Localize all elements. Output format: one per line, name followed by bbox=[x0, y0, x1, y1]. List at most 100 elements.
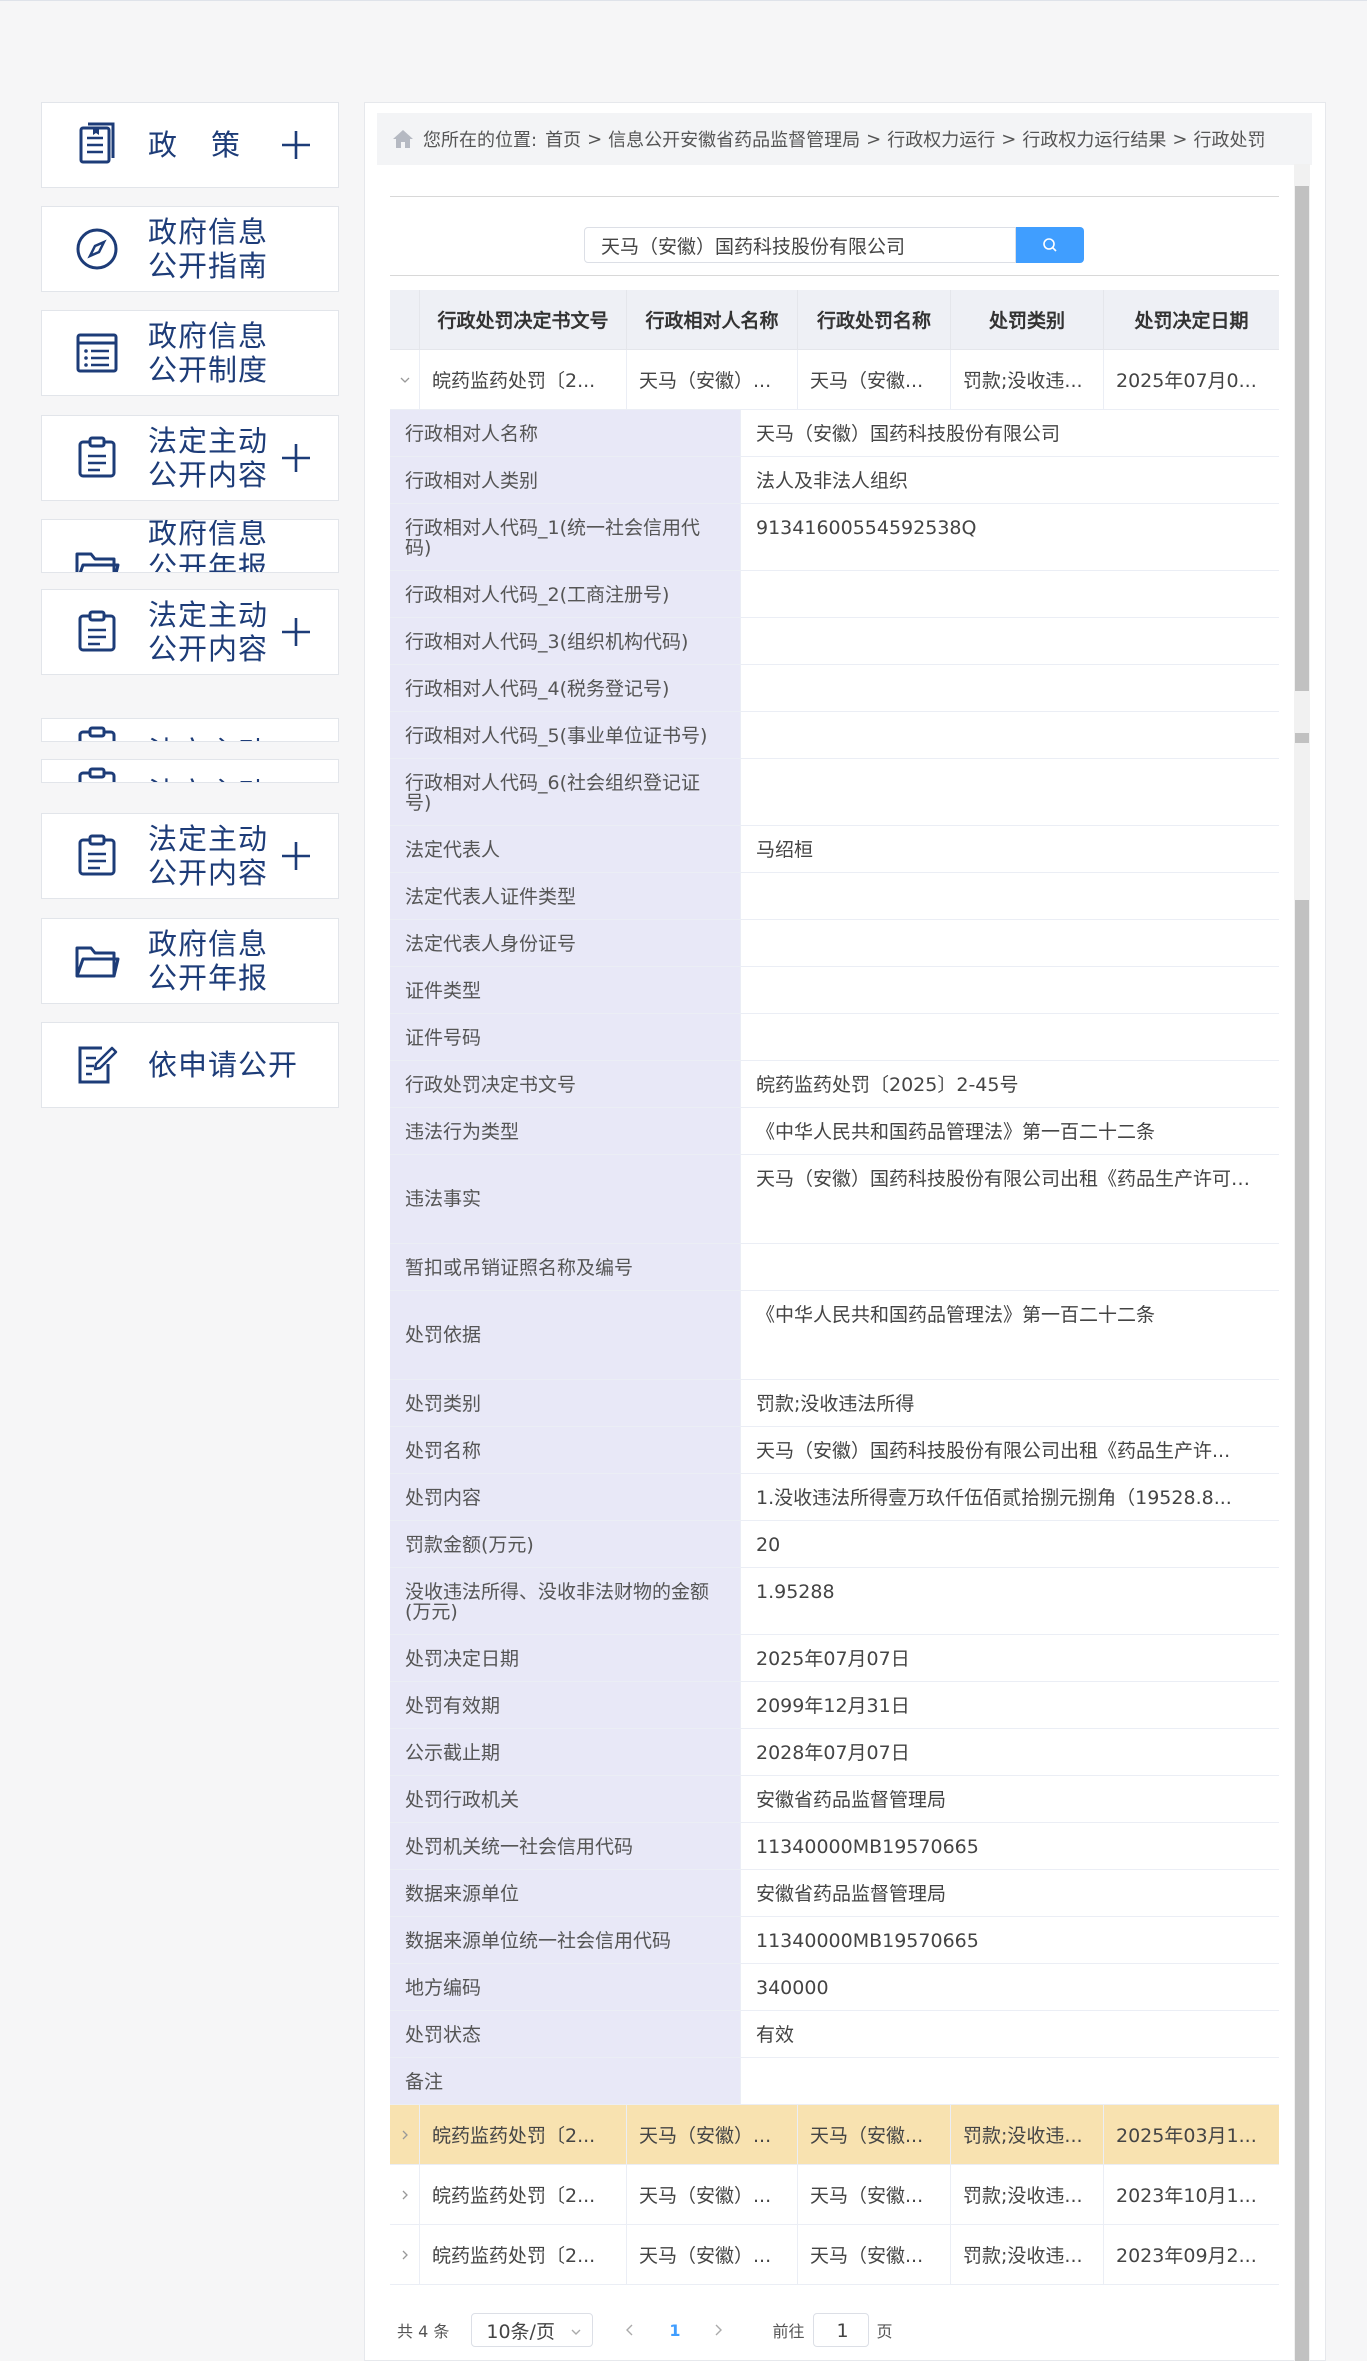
edit-form-icon bbox=[72, 1040, 122, 1090]
table-cell: 天马（安徽... bbox=[798, 2165, 951, 2224]
scrollbar-thumb[interactable] bbox=[1295, 900, 1309, 2361]
home-icon[interactable] bbox=[391, 127, 415, 151]
detail-key: 处罚内容 bbox=[390, 1474, 741, 1520]
list-document-icon bbox=[72, 328, 122, 378]
detail-value: 1.95288 bbox=[756, 1581, 835, 1603]
plus-icon[interactable] bbox=[280, 616, 312, 648]
sidebar-item[interactable]: 政府信息 公开制度 bbox=[41, 310, 339, 396]
detail-value: 皖药监药处罚〔2025〕2-45号 bbox=[756, 1074, 1019, 1096]
column-header[interactable]: 处罚决定日期 bbox=[1104, 290, 1279, 349]
cell-text: 天马（安徽）... bbox=[639, 2125, 772, 2147]
detail-row: 暂扣或吊销证照名称及编号 bbox=[390, 1244, 1279, 1291]
cell-text: 皖药监药处罚〔2... bbox=[432, 2125, 596, 2147]
cell-text: 天马（安徽）... bbox=[639, 2245, 772, 2267]
detail-row: 处罚行政机关 安徽省药品监督管理局 bbox=[390, 1776, 1279, 1823]
cell-text: 天马（安徽... bbox=[810, 2245, 924, 2267]
breadcrumb-item-results[interactable]: 行政权力运行结果 bbox=[1022, 126, 1166, 152]
sidebar-item-label: 法定主动 公开内容 bbox=[148, 424, 269, 492]
detail-value bbox=[741, 1244, 1279, 1290]
cell-text: 罚款;没收违... bbox=[963, 2245, 1083, 2267]
clipboard-icon bbox=[72, 607, 122, 657]
detail-row: 行政相对人代码_6(社会组织登记证号) bbox=[390, 759, 1279, 826]
row-detail-panel: 行政相对人名称 天马（安徽）国药科技股份有限公司 行政相对人类别 法人及非法人组织 行政… bbox=[390, 410, 1279, 2105]
search-button[interactable] bbox=[1016, 227, 1084, 263]
table-cell: 天马（安徽）... bbox=[627, 2105, 798, 2164]
sidebar-item[interactable]: 政府信息 公开指南 bbox=[41, 206, 339, 292]
detail-value: 《中华人民共和国药品管理法》第一百二十二条 bbox=[756, 1121, 1156, 1143]
page-size-select[interactable]: 10条/页 bbox=[471, 2313, 594, 2347]
next-page-button[interactable] bbox=[711, 2323, 725, 2337]
page-number-current[interactable]: 1 bbox=[669, 2321, 680, 2340]
search-field[interactable] bbox=[584, 227, 1016, 263]
detail-row: 行政相对人代码_4(税务登记号) bbox=[390, 665, 1279, 712]
chevron-right-icon bbox=[402, 2190, 408, 2199]
breadcrumb-item-penalty[interactable]: 行政处罚 bbox=[1193, 126, 1265, 152]
chevron-right-icon bbox=[402, 2250, 408, 2259]
detail-value: 1.没收违法所得壹万玖仟伍佰贰拾捌元捌角（19528.8... bbox=[756, 1487, 1232, 1509]
expand-toggle[interactable] bbox=[390, 2105, 420, 2164]
sidebar-item[interactable]: 政策 bbox=[41, 102, 339, 188]
prev-page-button[interactable] bbox=[623, 2323, 637, 2337]
table-row[interactable]: 皖药监药处罚〔2... 天马（安徽）... 天马（安徽... 罚款;没收违... 202… bbox=[390, 2165, 1279, 2225]
column-header[interactable]: 处罚类别 bbox=[951, 290, 1104, 349]
detail-row: 处罚名称 天马（安徽）国药科技股份有限公司出租《药品生产许... bbox=[390, 1427, 1279, 1474]
expand-toggle[interactable] bbox=[390, 2165, 420, 2224]
sidebar-item[interactable]: 依申请公开 bbox=[41, 1022, 339, 1108]
expand-toggle[interactable] bbox=[390, 350, 420, 409]
detail-key: 违法行为类型 bbox=[390, 1108, 741, 1154]
table-row[interactable]: 皖药监药处罚〔2... 天马（安徽）... 天马（安徽... 罚款;没收违... 202… bbox=[390, 2105, 1279, 2165]
table-body: 皖药监药处罚〔2... 天马（安徽）... 天马（安徽... 罚款;没收违... 202… bbox=[390, 350, 1279, 2285]
cell-text: 天马（安徽）... bbox=[639, 2185, 772, 2207]
plus-icon[interactable] bbox=[280, 840, 312, 872]
column-header[interactable]: 行政相对人名称 bbox=[627, 290, 798, 349]
sidebar-item-label: 政府信息 公开年报 bbox=[148, 927, 269, 995]
detail-value bbox=[741, 2058, 1279, 2104]
table-row[interactable]: 皖药监药处罚〔2... 天马（安徽）... 天马（安徽... 罚款;没收违... 202… bbox=[390, 350, 1279, 410]
detail-row: 数据来源单位 安徽省药品监督管理局 bbox=[390, 1870, 1279, 1917]
detail-row: 法定代表人身份证号 bbox=[390, 920, 1279, 967]
detail-value: 安徽省药品监督管理局 bbox=[756, 1789, 947, 1811]
plus-icon[interactable] bbox=[280, 442, 312, 474]
detail-value: 有效 bbox=[756, 2024, 795, 2046]
sidebar-item[interactable]: 政府信息 公开年报 bbox=[41, 519, 339, 573]
detail-value: 罚款;没收违法所得 bbox=[756, 1393, 915, 1415]
breadcrumb-item-power[interactable]: 行政权力运行 bbox=[887, 126, 995, 152]
detail-key: 法定代表人证件类型 bbox=[390, 873, 741, 919]
detail-value bbox=[741, 712, 1279, 758]
breadcrumb-separator: > bbox=[1001, 128, 1017, 150]
search-input[interactable] bbox=[585, 228, 1015, 262]
expand-toggle[interactable] bbox=[390, 2225, 420, 2284]
column-header[interactable]: 行政处罚决定书文号 bbox=[420, 290, 627, 349]
breadcrumb: 您所在的位置: 首页 > 信息公开安徽省药品监督管理局 > 行政权力运行 > 行… bbox=[377, 113, 1312, 165]
table-cell: 罚款;没收违... bbox=[951, 2105, 1104, 2164]
top-border bbox=[0, 0, 1367, 1]
divider bbox=[390, 196, 1279, 197]
detail-key: 行政相对人名称 bbox=[390, 410, 741, 456]
sidebar-item[interactable]: 法定主动 公开内容 bbox=[41, 589, 339, 675]
clipboard-icon bbox=[72, 764, 122, 782]
goto-page-input[interactable] bbox=[813, 2314, 872, 2348]
scrollbar-thumb[interactable] bbox=[1295, 733, 1309, 743]
table-row[interactable]: 皖药监药处罚〔2... 天马（安徽）... 天马（安徽... 罚款;没收违... 202… bbox=[390, 2225, 1279, 2285]
sidebar-item[interactable]: 法定主动 公开内容 bbox=[41, 813, 339, 899]
detail-key: 法定代表人 bbox=[390, 826, 741, 872]
plus-icon[interactable] bbox=[280, 129, 312, 161]
goto-page-field[interactable] bbox=[812, 2313, 872, 2348]
column-header[interactable]: 行政处罚名称 bbox=[798, 290, 951, 349]
breadcrumb-item-bureau[interactable]: 信息公开安徽省药品监督管理局 bbox=[608, 126, 860, 152]
total-count: 共 4 条 bbox=[397, 2322, 450, 2341]
detail-key: 行政相对人代码_4(税务登记号) bbox=[390, 665, 741, 711]
sidebar-item[interactable]: 法定主动 公开内容 bbox=[41, 415, 339, 501]
detail-value: 20 bbox=[756, 1534, 781, 1556]
detail-key: 证件号码 bbox=[390, 1014, 741, 1060]
scrollbar-thumb[interactable] bbox=[1295, 186, 1309, 691]
sidebar-item[interactable]: 政府信息 公开年报 bbox=[41, 918, 339, 1004]
table-cell: 2023年10月1... bbox=[1104, 2165, 1279, 2224]
expand-column-header bbox=[390, 290, 420, 349]
cell-text: 天马（安徽）... bbox=[639, 370, 772, 392]
sidebar-item[interactable]: 法定主动 bbox=[41, 759, 339, 783]
chevron-right-icon bbox=[715, 2324, 722, 2336]
detail-value bbox=[741, 759, 1279, 825]
sidebar-item[interactable]: 法定主动 bbox=[41, 718, 339, 742]
breadcrumb-item-home[interactable]: 首页 bbox=[545, 126, 581, 152]
